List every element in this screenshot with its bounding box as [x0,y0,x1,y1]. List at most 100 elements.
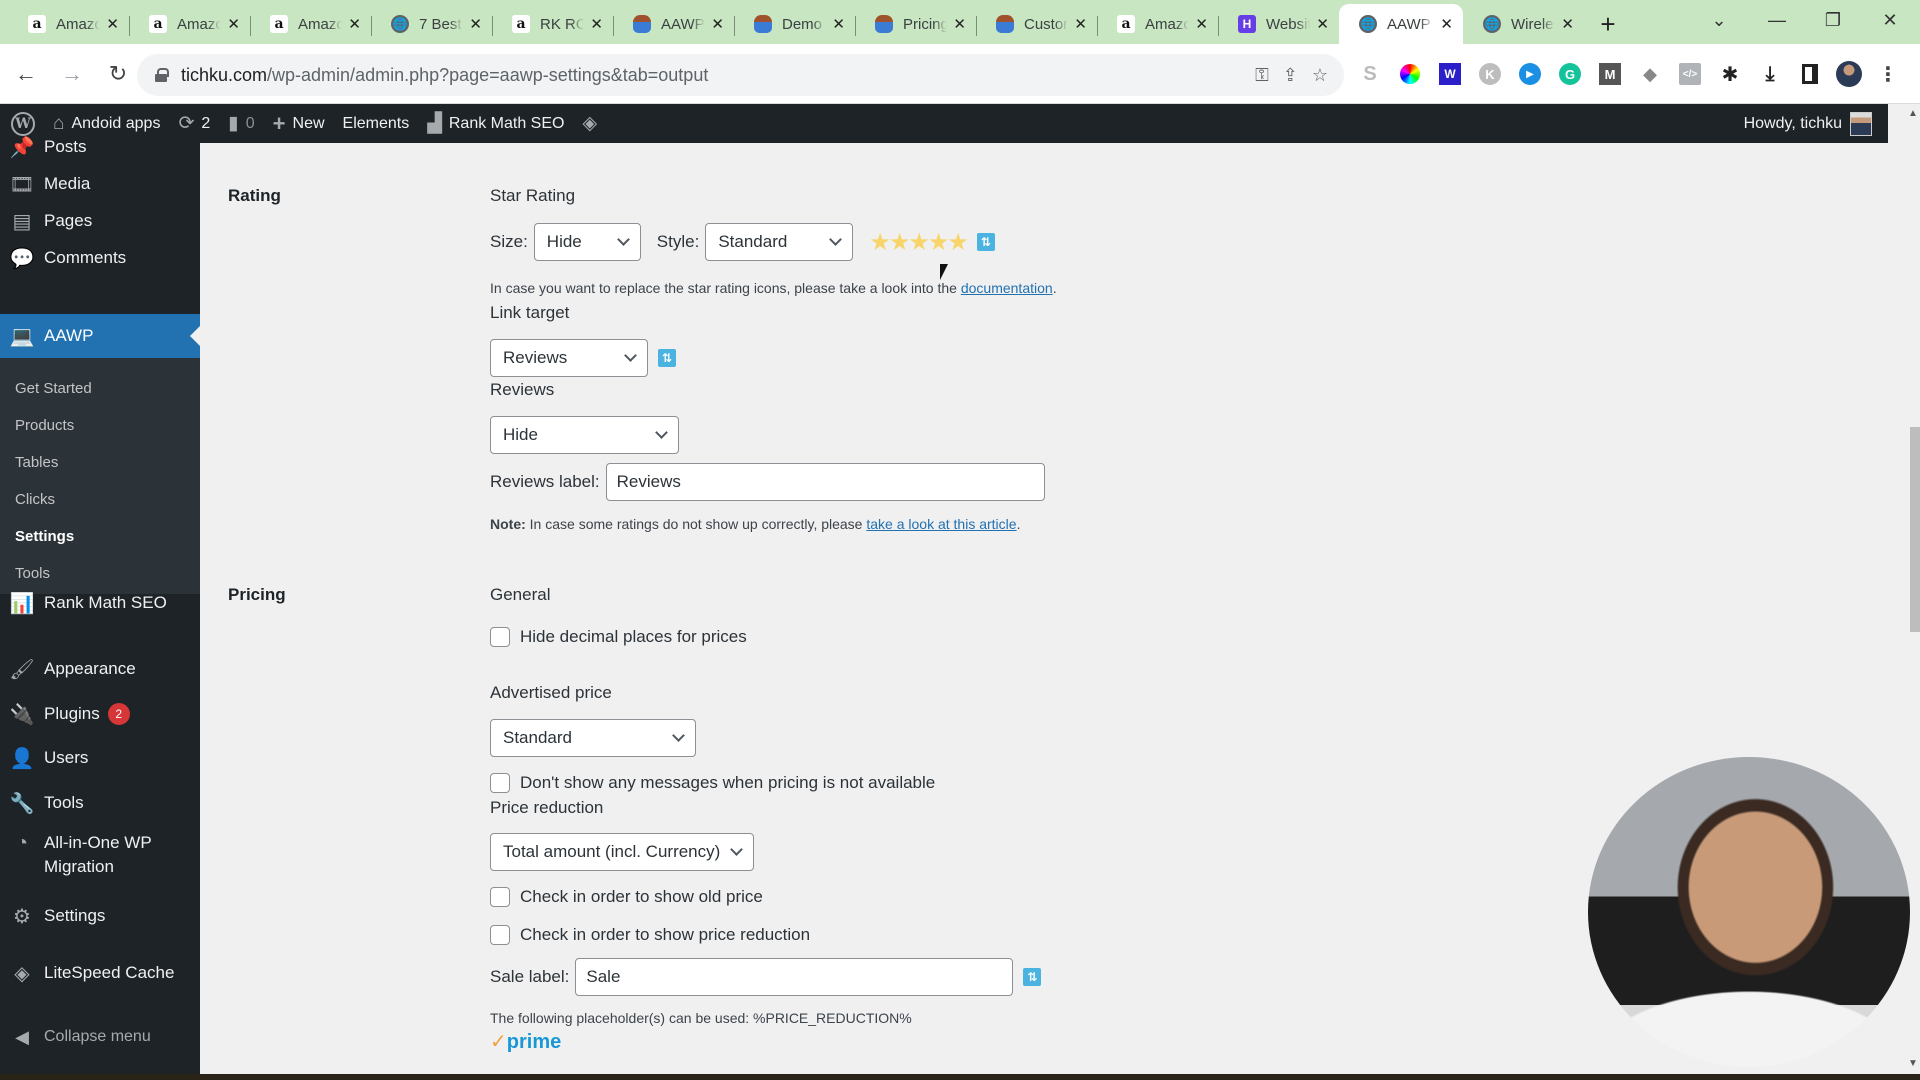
collapse-menu-button[interactable]: ◀ Collapse menu [0,1017,200,1057]
browser-tab[interactable]: 🌐 AAWP ✕ [1339,4,1463,44]
browser-tab[interactable]: a Amazon ✕ [1097,4,1218,44]
scrollbar-thumb[interactable] [1910,427,1920,632]
restore-button[interactable]: ❐ [1808,0,1858,40]
tab-close-icon[interactable]: ✕ [832,15,845,33]
sidebar-item-litespeed-cache[interactable]: ◈ LiteSpeed Cache [0,953,200,993]
tab-close-icon[interactable]: ✕ [106,15,119,33]
key-icon[interactable]: ⚿ [1255,65,1269,86]
sidebar-item-appearance[interactable]: 🖌 Appearance [0,649,200,689]
browser-tab[interactable]: a Amazon ✕ [8,4,129,44]
show-reduction-checkbox[interactable] [490,925,510,945]
tab-search-chevron-icon[interactable]: ⌄ [1694,0,1744,40]
browser-tab[interactable]: a Amazon ✕ [250,4,371,44]
extension-code-icon[interactable]: </> [1679,63,1701,85]
submenu-item-get-started[interactable]: Get Started [15,380,92,397]
tab-close-icon[interactable]: ✕ [1561,15,1574,33]
download-icon[interactable]: ⤓ [1756,60,1784,88]
tab-close-icon[interactable]: ✕ [1316,15,1329,33]
browser-tab[interactable]: 🌐 Wireless ✕ [1463,4,1584,44]
browser-menu-icon[interactable]: ⋮ [1874,60,1902,88]
back-button[interactable]: ← [6,54,46,94]
browser-tab[interactable]: 🌐 7 Best ✕ [371,4,492,44]
star-style-select[interactable]: Standard [705,223,854,261]
link-target-select[interactable]: Reviews [490,339,648,377]
bookmark-star-icon[interactable]: ☆ [1312,65,1328,86]
litespeed-link[interactable]: ◈ [573,104,613,143]
submenu-item-tables[interactable]: Tables [15,454,58,471]
profile-avatar[interactable] [1836,61,1862,87]
settings-sliders-icon[interactable]: ⇅ [1023,968,1042,986]
my-account-link[interactable]: Howdy, tichku [1744,111,1872,136]
elements-link[interactable]: Elements [334,104,419,143]
browser-tab[interactable]: Pricing ✕ [855,4,976,44]
hide-decimal-checkbox[interactable] [490,627,510,647]
star-size-select[interactable]: Hide [533,223,641,261]
browser-tab[interactable]: a RK RO ✕ [492,4,613,44]
sidebar-item-comments[interactable]: 💬 Comments [0,238,200,278]
sidebar-item-pages[interactable]: ▤ Pages [0,201,200,241]
side-panel-icon[interactable] [1802,64,1818,84]
old-price-checkbox[interactable] [490,887,510,907]
extension-grammarly-icon[interactable]: G [1559,63,1581,85]
extension-colorwheel-icon[interactable] [1400,64,1420,84]
extension-m-icon[interactable]: M [1599,63,1621,85]
settings-sliders-icon[interactable]: ⇅ [658,349,676,367]
sidebar-item-all-in-one-wp-migration[interactable]: ◔ All-in-One WP Migration [0,827,200,883]
documentation-link[interactable]: documentation [961,280,1053,296]
sidebar-item-settings[interactable]: ⚙ Settings [0,896,200,936]
show-reduction-row[interactable]: Check in order to show price reduction [490,925,810,945]
browser-tab[interactable]: Custom ✕ [976,4,1097,44]
extension-w-icon[interactable]: W [1439,63,1461,85]
rating-article-link[interactable]: take a look at this article [866,516,1016,532]
minimize-button[interactable]: — [1752,0,1802,40]
tab-close-icon[interactable]: ✕ [348,15,361,33]
comments-link[interactable]: ▮ 0 [219,104,263,143]
extension-k-icon[interactable]: K [1479,63,1501,85]
tab-close-icon[interactable]: ✕ [469,15,482,33]
no-messages-checkbox[interactable] [490,773,510,793]
share-icon[interactable]: ⇪ [1283,65,1298,86]
sale-label-input[interactable] [575,958,1014,996]
tab-close-icon[interactable]: ✕ [590,15,603,33]
sidebar-item-aawp[interactable]: 💻 AAWP [0,314,200,358]
sidebar-item-users[interactable]: 👤 Users [0,738,200,778]
extension-s-icon[interactable]: S [1356,60,1384,88]
browser-tab[interactable]: Demo ✕ [734,4,855,44]
forward-button[interactable]: → [52,54,92,94]
sidebar-item-plugins[interactable]: 🔌 Plugins 2 [0,694,200,734]
sidebar-item-media[interactable]: 🎞 Media [0,164,200,204]
extension-wolf-icon[interactable]: ◆ [1636,60,1664,88]
sidebar-item-tools[interactable]: 🔧 Tools [0,783,200,823]
scroll-up-arrow-icon[interactable]: ▲ [1908,108,1918,119]
rankmath-link[interactable]: ▟ Rank Math SEO [418,104,573,143]
submenu-item-tools[interactable]: Tools [15,565,50,582]
browser-tab[interactable]: H Website ✕ [1218,4,1339,44]
browser-tab[interactable]: a Amazon ✕ [129,4,250,44]
address-bar[interactable]: tichku.com/wp-admin/admin.php?page=aawp-… [137,54,1344,96]
close-window-button[interactable]: ✕ [1865,0,1915,40]
new-tab-button[interactable]: + [1588,4,1628,44]
scroll-down-arrow-icon[interactable]: ▼ [1908,1058,1918,1069]
new-content-link[interactable]: + New [264,104,334,143]
submenu-item-clicks[interactable]: Clicks [15,491,55,508]
tab-close-icon[interactable]: ✕ [227,15,240,33]
submenu-item-products[interactable]: Products [15,417,74,434]
advertised-price-select[interactable]: Standard [490,719,696,757]
sidebar-item-rank-math-seo[interactable]: 📊 Rank Math SEO [0,583,200,623]
submenu-item-settings[interactable]: Settings [15,528,74,545]
hide-decimal-row[interactable]: Hide decimal places for prices [490,627,747,647]
browser-tab[interactable]: AAWP ✕ [613,4,734,44]
tab-close-icon[interactable]: ✕ [1195,15,1208,33]
reload-button[interactable]: ↻ [98,54,138,94]
sidebar-item-posts[interactable]: 📌 Posts [0,127,200,167]
extensions-puzzle-icon[interactable]: ✱ [1716,60,1744,88]
old-price-row[interactable]: Check in order to show old price [490,887,763,907]
reviews-select[interactable]: Hide [490,416,679,454]
reviews-label-input[interactable] [605,463,1045,501]
tab-close-icon[interactable]: ✕ [1440,15,1453,33]
tab-close-icon[interactable]: ✕ [711,15,724,33]
settings-sliders-icon[interactable]: ⇅ [976,233,995,251]
extension-play-icon[interactable]: ▶ [1519,63,1541,85]
price-reduction-select[interactable]: Total amount (incl. Currency) [490,833,754,871]
tab-close-icon[interactable]: ✕ [953,15,966,33]
